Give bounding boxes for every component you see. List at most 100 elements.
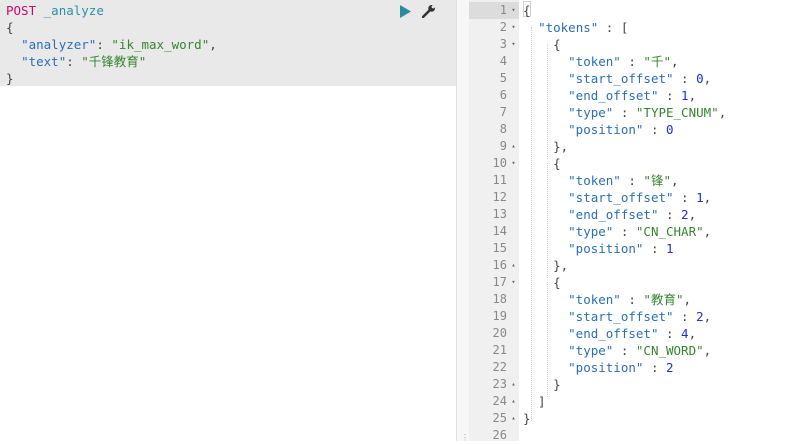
run-request-button[interactable] <box>397 3 413 19</box>
line-number: 16 <box>492 258 507 272</box>
request-editor[interactable]: POST _analyze { "analyzer": "ik_max_word… <box>0 0 457 441</box>
line-number: 17 <box>492 275 507 289</box>
line-number: 18 <box>492 292 507 306</box>
request-line-5[interactable]: } <box>6 70 14 87</box>
token-value: "千" <box>643 54 671 69</box>
code-text: , <box>703 343 712 358</box>
code-text: : [ <box>598 20 629 35</box>
position-value: 2 <box>666 360 674 375</box>
fold-close-icon[interactable]: ▴ <box>509 376 518 393</box>
response-line[interactable]: } <box>523 410 531 427</box>
fold-open-icon[interactable]: ▾ <box>509 2 518 19</box>
analyzer-key: "analyzer" <box>21 37 97 52</box>
start-offset-key: "start_offset" <box>568 190 674 205</box>
response-line[interactable]: { <box>523 274 561 291</box>
fold-open-icon[interactable]: ▾ <box>509 36 518 53</box>
line-number: 1 <box>499 3 507 17</box>
code-text: { <box>523 156 561 171</box>
fold-open-icon[interactable]: ▾ <box>509 19 518 36</box>
type-key: "type" <box>568 105 614 120</box>
type-value: "TYPE_CNUM" <box>635 105 719 120</box>
code-text: , <box>670 54 679 69</box>
response-line[interactable]: } <box>523 376 561 393</box>
response-viewer[interactable]: 1 2 3 4 5 6 7 8 9 10 11 12 13 14 15 16 17 18 19 20 21 22 23 24 2… <box>469 0 794 442</box>
fold-close-icon[interactable]: ▴ <box>509 393 518 410</box>
request-settings-button[interactable] <box>421 3 437 19</box>
code-text: ] <box>523 394 546 409</box>
request-endpoint: _analyze <box>43 3 104 18</box>
end-offset-value: 1 <box>681 88 689 103</box>
line-number: 3 <box>499 37 507 51</box>
response-line[interactable]: "start_offset" : 1, <box>523 189 711 206</box>
response-line[interactable]: "start_offset" : 0, <box>523 70 711 87</box>
line-number: 15 <box>492 241 507 255</box>
code-text: : <box>643 241 666 256</box>
line-number: 8 <box>499 122 507 136</box>
response-line[interactable]: "type" : "TYPE_CNUM", <box>523 104 726 121</box>
code-text: { <box>523 37 561 52</box>
position-value: 0 <box>666 122 674 137</box>
response-line[interactable]: "end_offset" : 2, <box>523 206 696 223</box>
response-line[interactable]: { <box>523 2 531 19</box>
code-text: : <box>620 292 644 307</box>
response-line[interactable]: "end_offset" : 1, <box>523 87 696 104</box>
line-number: 19 <box>492 309 507 323</box>
line-number: 4 <box>499 54 507 68</box>
response-line[interactable]: ] <box>523 393 546 410</box>
fold-close-icon[interactable]: ▴ <box>509 410 518 427</box>
pane-splitter[interactable]: ⋮ <box>457 0 469 442</box>
line-number: 23 <box>492 377 507 391</box>
response-line[interactable]: }, <box>523 257 568 274</box>
start-offset-value: 1 <box>696 190 704 205</box>
text-key: "text" <box>21 54 67 69</box>
request-line-4[interactable]: "text": "千锋教育" <box>6 53 146 70</box>
request-line-3[interactable]: "analyzer": "ik_max_word", <box>6 36 217 53</box>
response-line[interactable]: "end_offset" : 4, <box>523 325 696 342</box>
wrench-icon <box>422 5 435 18</box>
response-line[interactable]: { <box>523 155 561 172</box>
line-number: 24 <box>492 394 507 408</box>
code-text: , <box>703 190 712 205</box>
line-number: 26 <box>492 428 507 442</box>
end-offset-value: 4 <box>681 326 689 341</box>
analyzer-value: "ik_max_word" <box>111 37 210 52</box>
start-offset-value: 0 <box>696 71 704 86</box>
request-line-2[interactable]: { <box>6 19 14 36</box>
response-line[interactable]: "tokens" : [ <box>523 19 628 36</box>
tokens-key: "tokens" <box>538 20 599 35</box>
token-key: "token" <box>568 292 621 307</box>
fold-close-icon[interactable]: ▴ <box>509 138 518 155</box>
response-line[interactable]: "token" : "锋", <box>523 172 679 189</box>
http-method: POST <box>6 3 37 18</box>
fold-open-icon[interactable]: ▾ <box>509 274 518 291</box>
request-line-1[interactable]: POST _analyze <box>6 2 104 19</box>
response-line[interactable]: }, <box>523 138 568 155</box>
type-value: "CN_CHAR" <box>635 224 704 239</box>
response-line[interactable]: "start_offset" : 2, <box>523 308 711 325</box>
fold-close-icon[interactable]: ▴ <box>509 257 518 274</box>
line-number: 13 <box>492 207 507 221</box>
response-line[interactable]: "token" : "千", <box>523 53 679 70</box>
response-line[interactable]: "position" : 0 <box>523 121 674 138</box>
response-line[interactable]: "type" : "CN_WORD", <box>523 342 711 359</box>
start-offset-key: "start_offset" <box>568 71 674 86</box>
response-line[interactable]: "type" : "CN_CHAR", <box>523 223 711 240</box>
response-line[interactable]: "position" : 2 <box>523 359 674 376</box>
line-number: 10 <box>492 156 507 170</box>
response-line[interactable]: { <box>523 36 561 53</box>
code-text: , <box>688 88 697 103</box>
token-key: "token" <box>568 54 621 69</box>
response-line[interactable]: "token" : "教育", <box>523 291 691 308</box>
code-text: , <box>670 173 679 188</box>
line-number: 22 <box>492 360 507 374</box>
fold-open-icon[interactable]: ▾ <box>509 155 518 172</box>
line-number: 20 <box>492 326 507 340</box>
code-text: : <box>658 326 682 341</box>
response-line[interactable]: "position" : 1 <box>523 240 673 257</box>
